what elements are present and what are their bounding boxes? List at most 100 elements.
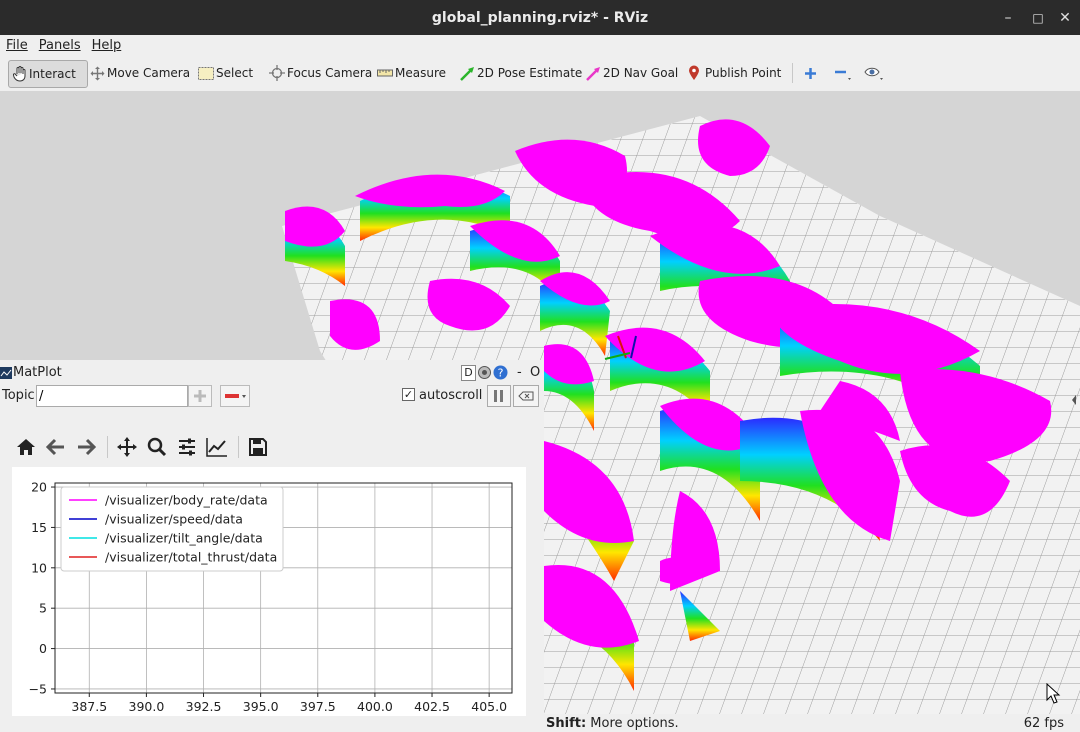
x-tick-label: 405.0 (471, 699, 507, 714)
y-tick-label: 5 (39, 601, 47, 616)
legend-label: /visualizer/body_rate/data (105, 493, 268, 508)
floppy-disk-icon (249, 438, 267, 456)
pose-estimate-label: 2D Pose Estimate (477, 66, 583, 80)
toolbar-separator (792, 63, 793, 83)
select-label: Select (216, 66, 254, 80)
topic-row: Topic ✓ autoscroll (0, 385, 544, 409)
status-hint-key: Shift: (546, 715, 587, 731)
hand-icon (13, 66, 26, 82)
clear-button[interactable] (513, 385, 539, 407)
pan-arrows-icon (117, 437, 137, 457)
minus-icon (225, 394, 246, 398)
remove-tool-button[interactable] (834, 60, 856, 86)
window-titlebar: global_planning.rviz* - RViz (0, 0, 1080, 35)
matplot-panel: MatPlot D ? - O Topic ✓ autoscroll (0, 360, 544, 732)
pink-arrow-icon (586, 66, 600, 81)
fps-readout: 62 fps (1023, 715, 1064, 731)
pose-estimate-tool-button[interactable]: 2D Pose Estimate (460, 60, 582, 86)
y-tick-label: −5 (29, 681, 47, 696)
nav-goal-tool-button[interactable]: 2D Nav Goal (586, 60, 678, 86)
autoscroll-label: autoscroll (419, 388, 483, 403)
magnifier-icon (147, 437, 167, 457)
save-figure-button[interactable] (244, 433, 272, 461)
forward-button[interactable] (72, 433, 100, 461)
arrow-right-icon (78, 438, 96, 456)
menu-file[interactable]: File (6, 38, 28, 53)
topic-input[interactable] (36, 385, 188, 407)
add-tool-button[interactable] (804, 60, 819, 86)
plot-nav-toolbar (12, 432, 274, 462)
select-box-icon (198, 66, 214, 80)
nav-separator (238, 436, 239, 458)
svg-text:?: ? (498, 367, 504, 380)
pause-icon (494, 390, 503, 402)
x-tick-label: 397.5 (300, 699, 336, 714)
minimize-button[interactable]: – (993, 0, 1023, 35)
x-tick-label: 387.5 (71, 699, 107, 714)
maximize-button[interactable]: □ (1023, 0, 1053, 35)
menu-panels[interactable]: Panels (39, 38, 81, 53)
select-tool-button[interactable]: Select (198, 60, 253, 86)
focus-camera-label: Focus Camera (287, 66, 373, 80)
maximize-icon: □ (1032, 10, 1044, 25)
x-tick-label: 390.0 (129, 699, 165, 714)
panel-minimize-button[interactable]: - (517, 365, 522, 380)
interact-label: Interact (29, 67, 76, 81)
configure-subplots-button[interactable] (173, 433, 201, 461)
matplot-titlebar: MatPlot D ? - O (0, 360, 544, 385)
home-icon (17, 439, 35, 455)
eye-icon (864, 67, 883, 80)
plot-canvas[interactable]: 387.5 390.0 392.5 395.0 397.5 400.0 402.5 405.0… (12, 467, 526, 716)
panel-close-button[interactable]: O (530, 365, 540, 380)
sliders-icon (179, 438, 195, 456)
focus-camera-tool-button[interactable]: Focus Camera (269, 60, 372, 86)
status-hint-text: More options. (586, 715, 679, 731)
y-tick-label: 20 (31, 480, 47, 495)
nav-goal-label: 2D Nav Goal (603, 66, 679, 80)
x-tick-label: 392.5 (186, 699, 222, 714)
y-tick-label: 15 (31, 520, 47, 535)
home-button[interactable] (12, 433, 40, 461)
map-pin-icon (689, 65, 699, 80)
help-icon[interactable]: ? (493, 365, 508, 380)
status-bar: Shift: More options. 62 fps (544, 714, 1080, 732)
dock-d-button[interactable]: D (461, 365, 476, 381)
edit-axis-button[interactable] (203, 433, 231, 461)
publish-point-tool-button[interactable]: Publish Point (688, 60, 781, 86)
x-tick-label: 402.5 (414, 699, 450, 714)
pause-button[interactable] (487, 385, 511, 407)
mouse-cursor-icon (1046, 683, 1061, 704)
minus-icon (835, 70, 851, 80)
x-tick-label: 400.0 (357, 699, 393, 714)
menu-help[interactable]: Help (92, 38, 122, 53)
topic-label: Topic (2, 388, 35, 403)
autoscroll-checkbox[interactable]: ✓ (402, 388, 415, 401)
move-camera-tool-button[interactable]: Move Camera (90, 60, 190, 86)
close-button[interactable]: ✕ (1050, 0, 1080, 35)
menu-bar: File Panels Help (0, 35, 1080, 55)
publish-point-label: Publish Point (705, 66, 782, 80)
legend-label: /visualizer/total_thrust/data (105, 550, 277, 565)
view-tool-button[interactable] (864, 60, 888, 86)
window-title: global_planning.rviz* - RViz (431, 9, 649, 26)
nav-separator (107, 436, 108, 458)
plus-icon (194, 390, 206, 402)
settings-gear-icon[interactable] (477, 365, 492, 380)
add-topic-button[interactable] (188, 385, 212, 407)
pan-button[interactable] (113, 433, 141, 461)
ruler-icon (377, 69, 393, 77)
remove-topic-button[interactable] (220, 385, 250, 407)
interact-tool-button[interactable]: Interact (8, 60, 88, 88)
line-chart: 387.5 390.0 392.5 395.0 397.5 400.0 402.5 405.0… (29, 480, 513, 714)
back-button[interactable] (42, 433, 70, 461)
move-icon (90, 66, 105, 80)
legend-label: /visualizer/speed/data (105, 512, 243, 527)
minimize-icon: – (1004, 9, 1012, 26)
clear-icon (518, 391, 534, 401)
green-arrow-icon (460, 66, 474, 81)
measure-label: Measure (395, 66, 446, 80)
measure-tool-button[interactable]: Measure (377, 60, 446, 86)
move-camera-label: Move Camera (107, 66, 191, 80)
matplot-app-icon (0, 366, 12, 379)
zoom-button[interactable] (143, 433, 171, 461)
